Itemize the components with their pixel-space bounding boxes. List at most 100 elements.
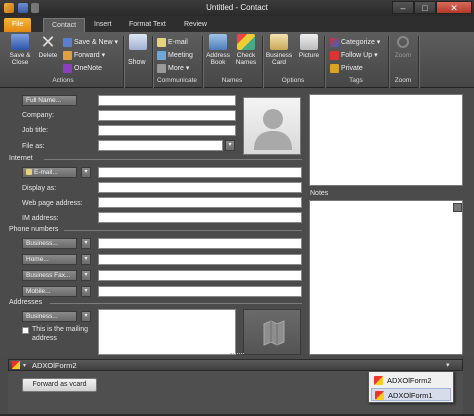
onenote-icon [63, 63, 72, 73]
notes-scroll-icon[interactable] [453, 203, 462, 212]
business-address-dropdown[interactable]: ▾ [81, 311, 91, 322]
section-internet: Internet [9, 155, 33, 162]
full-name-button[interactable]: Full Name... [22, 95, 77, 106]
business-card-icon [270, 34, 288, 50]
forward-as-vcard-button[interactable]: Forward as vcard [22, 378, 97, 392]
close-button[interactable]: ✕ [436, 1, 472, 14]
display-as-field[interactable] [98, 182, 302, 193]
adx-dropdown-icon[interactable]: ▾ [446, 361, 450, 369]
address-book-button[interactable]: Address Book [204, 34, 232, 66]
ribbon-tabs: File Contact Insert Format Text Review [0, 16, 474, 32]
file-as-label: File as: [22, 143, 45, 150]
maximize-button[interactable]: □ [414, 1, 436, 14]
map-icon [263, 320, 285, 346]
business-phone-dropdown[interactable]: ▾ [81, 238, 91, 249]
business-fax-field[interactable] [98, 270, 302, 281]
file-as-dropdown[interactable]: ▾ [225, 140, 235, 151]
delete-button[interactable]: ✕ Delete [35, 32, 61, 59]
company-field[interactable] [98, 110, 236, 121]
tab-contact[interactable]: Contact [43, 18, 86, 32]
private-button[interactable]: Private [330, 63, 363, 74]
email-dropdown[interactable]: ▾ [81, 167, 91, 178]
notes-field[interactable] [309, 200, 463, 355]
forward-button[interactable]: Forward ▾ [63, 50, 105, 61]
business-fax-button[interactable]: Business Fax... [22, 270, 77, 281]
mobile-phone-button[interactable]: Mobile... [22, 286, 77, 297]
group-label-tags: Tags [349, 77, 363, 84]
mailing-address-label-1: This is the mailing [32, 326, 89, 333]
delete-x-icon: ✕ [40, 32, 56, 52]
save-new-button[interactable]: Save & New ▾ [63, 37, 118, 48]
popup-item-adxolform2[interactable]: ADXOlForm2 [371, 374, 451, 387]
ribbon-separator [418, 36, 419, 88]
home-phone-button[interactable]: Home... [22, 254, 77, 265]
show-label[interactable]: Show [128, 57, 146, 68]
email-icon [157, 37, 166, 47]
email-field-button[interactable]: E-mail... [22, 167, 77, 178]
categorize-icon [330, 37, 339, 47]
full-name-field[interactable] [98, 95, 236, 106]
meeting-button[interactable]: Meeting [157, 50, 193, 61]
im-address-label: IM address: [22, 215, 59, 222]
zoom-button[interactable]: Zoom [391, 34, 415, 59]
tab-insert[interactable]: Insert [86, 18, 120, 32]
business-address-button[interactable]: Business... [22, 311, 77, 322]
im-address-field[interactable] [98, 212, 302, 223]
save-close-icon [11, 34, 29, 50]
file-as-field[interactable] [98, 140, 223, 151]
business-phone-field[interactable] [98, 238, 302, 249]
email-small-icon [26, 169, 32, 176]
person-silhouette-icon [254, 109, 292, 150]
contact-photo[interactable] [243, 97, 301, 155]
section-phone-numbers: Phone numbers [9, 226, 59, 233]
check-names-button[interactable]: Check Names [233, 34, 259, 66]
mailing-address-checkbox[interactable] [22, 327, 29, 334]
lock-icon [330, 63, 339, 73]
group-label-communicate: Communicate [156, 77, 198, 84]
business-card-button[interactable]: Business Card [264, 34, 294, 66]
show-button[interactable] [126, 34, 150, 52]
minimize-button[interactable]: – [392, 1, 414, 14]
title-bar: Untitled - Contact – □ ✕ [0, 0, 474, 16]
adx-region-bar[interactable]: ▾ ADXOlForm2 ▾ [8, 359, 463, 371]
tab-file[interactable]: File [4, 18, 32, 32]
tab-review[interactable]: Review [176, 18, 215, 32]
adx-form-popup-menu: ADXOlForm2 ADXOlForm1 [368, 371, 454, 403]
section-addresses: Addresses [9, 299, 43, 306]
business-card-preview[interactable] [309, 94, 463, 186]
flag-icon [330, 50, 339, 60]
adx-region-title: ADXOlForm2 [32, 361, 77, 370]
group-label-actions: Actions [52, 77, 74, 84]
notes-label: Notes [310, 190, 329, 197]
mobile-phone-dropdown[interactable]: ▾ [81, 286, 91, 297]
picture-button[interactable]: Picture [296, 34, 322, 59]
home-phone-field[interactable] [98, 254, 302, 265]
company-label: Company: [22, 112, 54, 119]
picture-icon [300, 34, 318, 50]
more-button[interactable]: More ▾ [157, 63, 189, 74]
map-it-button[interactable] [243, 309, 301, 355]
mailing-address-label-2: address [32, 335, 57, 342]
show-icon [129, 34, 147, 50]
email-field[interactable] [98, 167, 302, 178]
job-title-field[interactable] [98, 125, 236, 136]
follow-up-button[interactable]: Follow Up ▾ [330, 50, 378, 61]
forward-icon [63, 50, 72, 60]
mobile-phone-field[interactable] [98, 286, 302, 297]
home-phone-dropdown[interactable]: ▾ [81, 254, 91, 265]
business-phone-button[interactable]: Business... [22, 238, 77, 249]
popup-item-adxolform1[interactable]: ADXOlForm1 [371, 388, 451, 401]
group-label-options: Options [281, 77, 305, 84]
email-button[interactable]: E-mail [157, 37, 188, 48]
adx-form-icon [374, 376, 383, 385]
web-page-field[interactable] [98, 197, 302, 208]
splitter-grip[interactable] [230, 353, 244, 356]
business-fax-dropdown[interactable]: ▾ [81, 270, 91, 281]
adx-expand-icon[interactable]: ▾ [23, 362, 26, 369]
tab-format-text[interactable]: Format Text [121, 18, 174, 32]
check-names-icon [237, 34, 255, 50]
onenote-button[interactable]: OneNote [63, 63, 102, 74]
address-field[interactable] [98, 309, 236, 355]
save-close-button[interactable]: Save & Close [6, 34, 34, 66]
categorize-button[interactable]: Categorize ▾ [330, 37, 380, 48]
